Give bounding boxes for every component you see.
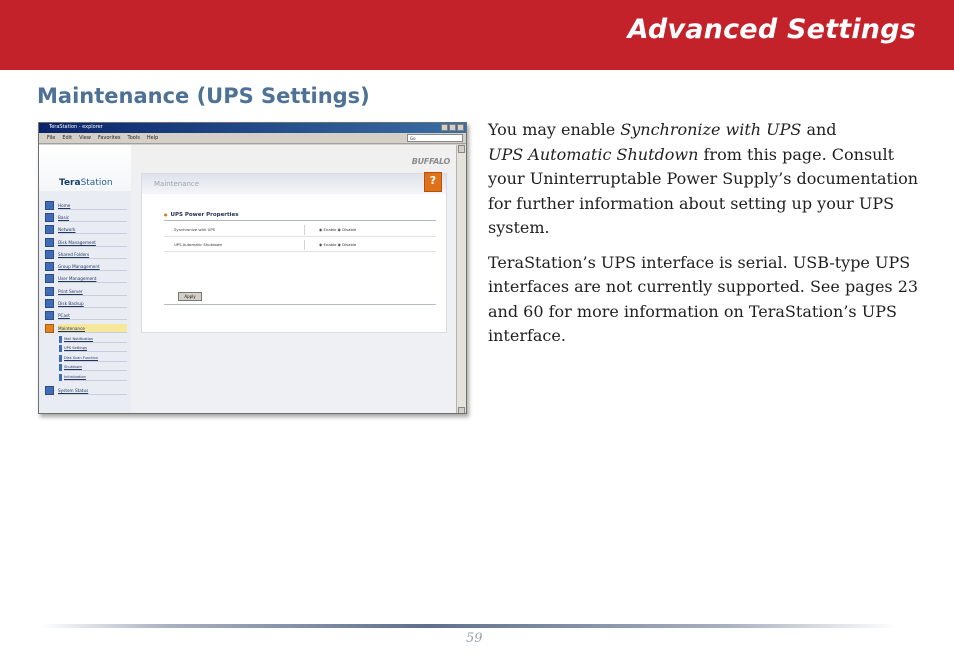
nav-item: Shared Folders bbox=[45, 248, 127, 260]
nav-item: System Status bbox=[45, 384, 127, 396]
panel-title: Maintenance bbox=[154, 180, 200, 188]
section-title: Maintenance (UPS Settings) bbox=[37, 84, 370, 108]
menu-view: View bbox=[79, 135, 91, 141]
settings-row: UPS Automatic Shutdown ◉ Enable ◉ Disabl… bbox=[164, 240, 436, 250]
menu-tools: Tools bbox=[127, 135, 140, 141]
nav-item: Home bbox=[45, 199, 127, 211]
menu-help: Help bbox=[146, 135, 159, 141]
screenshot-content: TeraStation Home Basic Network Disk Mana… bbox=[39, 145, 458, 413]
footer-divider bbox=[40, 624, 898, 628]
paragraph: TeraStation’s UPS interface is serial. U… bbox=[488, 252, 919, 346]
scroll-up-icon bbox=[458, 145, 465, 153]
nav-item: Basic bbox=[45, 211, 127, 223]
scrollbar bbox=[456, 145, 466, 413]
subnav-item: Shutdown bbox=[45, 363, 127, 373]
window-title: TeraStation - explorer bbox=[49, 124, 103, 130]
nav-item: Group Management bbox=[45, 260, 127, 272]
pcast-icon bbox=[45, 311, 54, 321]
window-controls bbox=[441, 124, 464, 131]
folder-icon bbox=[45, 249, 54, 259]
settings-row: Synchronize with UPS ◉ Enable ◉ Disable bbox=[164, 225, 436, 235]
divider bbox=[164, 251, 436, 252]
divider bbox=[164, 236, 436, 237]
paragraph: You may enable Synchronize with UPS and U… bbox=[488, 120, 919, 237]
screenshot-sidebar: TeraStation Home Basic Network Disk Mana… bbox=[39, 145, 131, 413]
nav-item: User Management bbox=[45, 273, 127, 285]
maintenance-icon bbox=[45, 323, 54, 333]
body-text: You may enable Synchronize with UPS and U… bbox=[488, 118, 928, 359]
window-titlebar: TeraStation - explorer bbox=[39, 123, 466, 133]
bullet-icon bbox=[59, 345, 62, 353]
menu-bar: File Edit View Favorites Tools Help Go bbox=[39, 133, 466, 144]
nav-item: Print Server bbox=[45, 285, 127, 297]
divider bbox=[164, 220, 436, 221]
subnav-item: Initialization bbox=[45, 373, 127, 383]
terastation-logo: TeraStation bbox=[59, 178, 113, 188]
maximize-icon bbox=[449, 124, 456, 131]
screenshot-nav: Home Basic Network Disk Management Share… bbox=[45, 199, 127, 397]
subnav-item: Disk Scan Function bbox=[45, 353, 127, 363]
buffalo-logo: BUFFALO bbox=[411, 157, 451, 166]
help-icon: ? bbox=[424, 172, 442, 192]
screenshot-main: BUFFALO Maintenance ? UPS Power Properti… bbox=[131, 145, 458, 413]
menu-favorites: Favorites bbox=[97, 135, 121, 141]
bullet-icon bbox=[59, 354, 62, 362]
nav-item: PCast bbox=[45, 310, 127, 322]
backup-icon bbox=[45, 299, 54, 309]
basic-icon bbox=[45, 212, 54, 222]
maintenance-panel: Maintenance ? UPS Power Properties Synch… bbox=[141, 172, 447, 333]
bullet-icon bbox=[59, 364, 62, 372]
page-number: 59 bbox=[466, 631, 483, 646]
status-icon bbox=[45, 385, 54, 395]
subnav-item: UPS Settings bbox=[45, 344, 127, 354]
screenshot-figure: TeraStation - explorer File Edit View Fa… bbox=[38, 122, 467, 414]
menu-file: File bbox=[47, 135, 56, 141]
divider bbox=[164, 304, 436, 305]
minimize-icon bbox=[441, 124, 448, 131]
group-icon bbox=[45, 262, 54, 272]
bullet-icon bbox=[59, 373, 62, 381]
ups-section-title: UPS Power Properties bbox=[164, 212, 239, 218]
scroll-down-icon bbox=[458, 407, 465, 413]
nav-item: Disk Backup bbox=[45, 297, 127, 309]
user-icon bbox=[45, 274, 54, 284]
printer-icon bbox=[45, 286, 54, 296]
nav-item: Disk Management bbox=[45, 236, 127, 248]
home-icon bbox=[45, 200, 54, 210]
header-title: Advanced Settings bbox=[627, 14, 916, 45]
nav-item: Network bbox=[45, 224, 127, 236]
subnav-item: Mail Notification bbox=[45, 334, 127, 344]
menu-edit: Edit bbox=[62, 135, 73, 141]
goto-field: Go bbox=[407, 134, 463, 142]
nav-item-active: Maintenance bbox=[45, 322, 127, 334]
header-banner: Advanced Settings bbox=[0, 0, 954, 70]
disk-icon bbox=[45, 237, 54, 247]
bullet-icon bbox=[59, 335, 62, 343]
apply-button: Apply bbox=[178, 292, 202, 301]
close-icon bbox=[457, 124, 464, 131]
network-icon bbox=[45, 225, 54, 235]
